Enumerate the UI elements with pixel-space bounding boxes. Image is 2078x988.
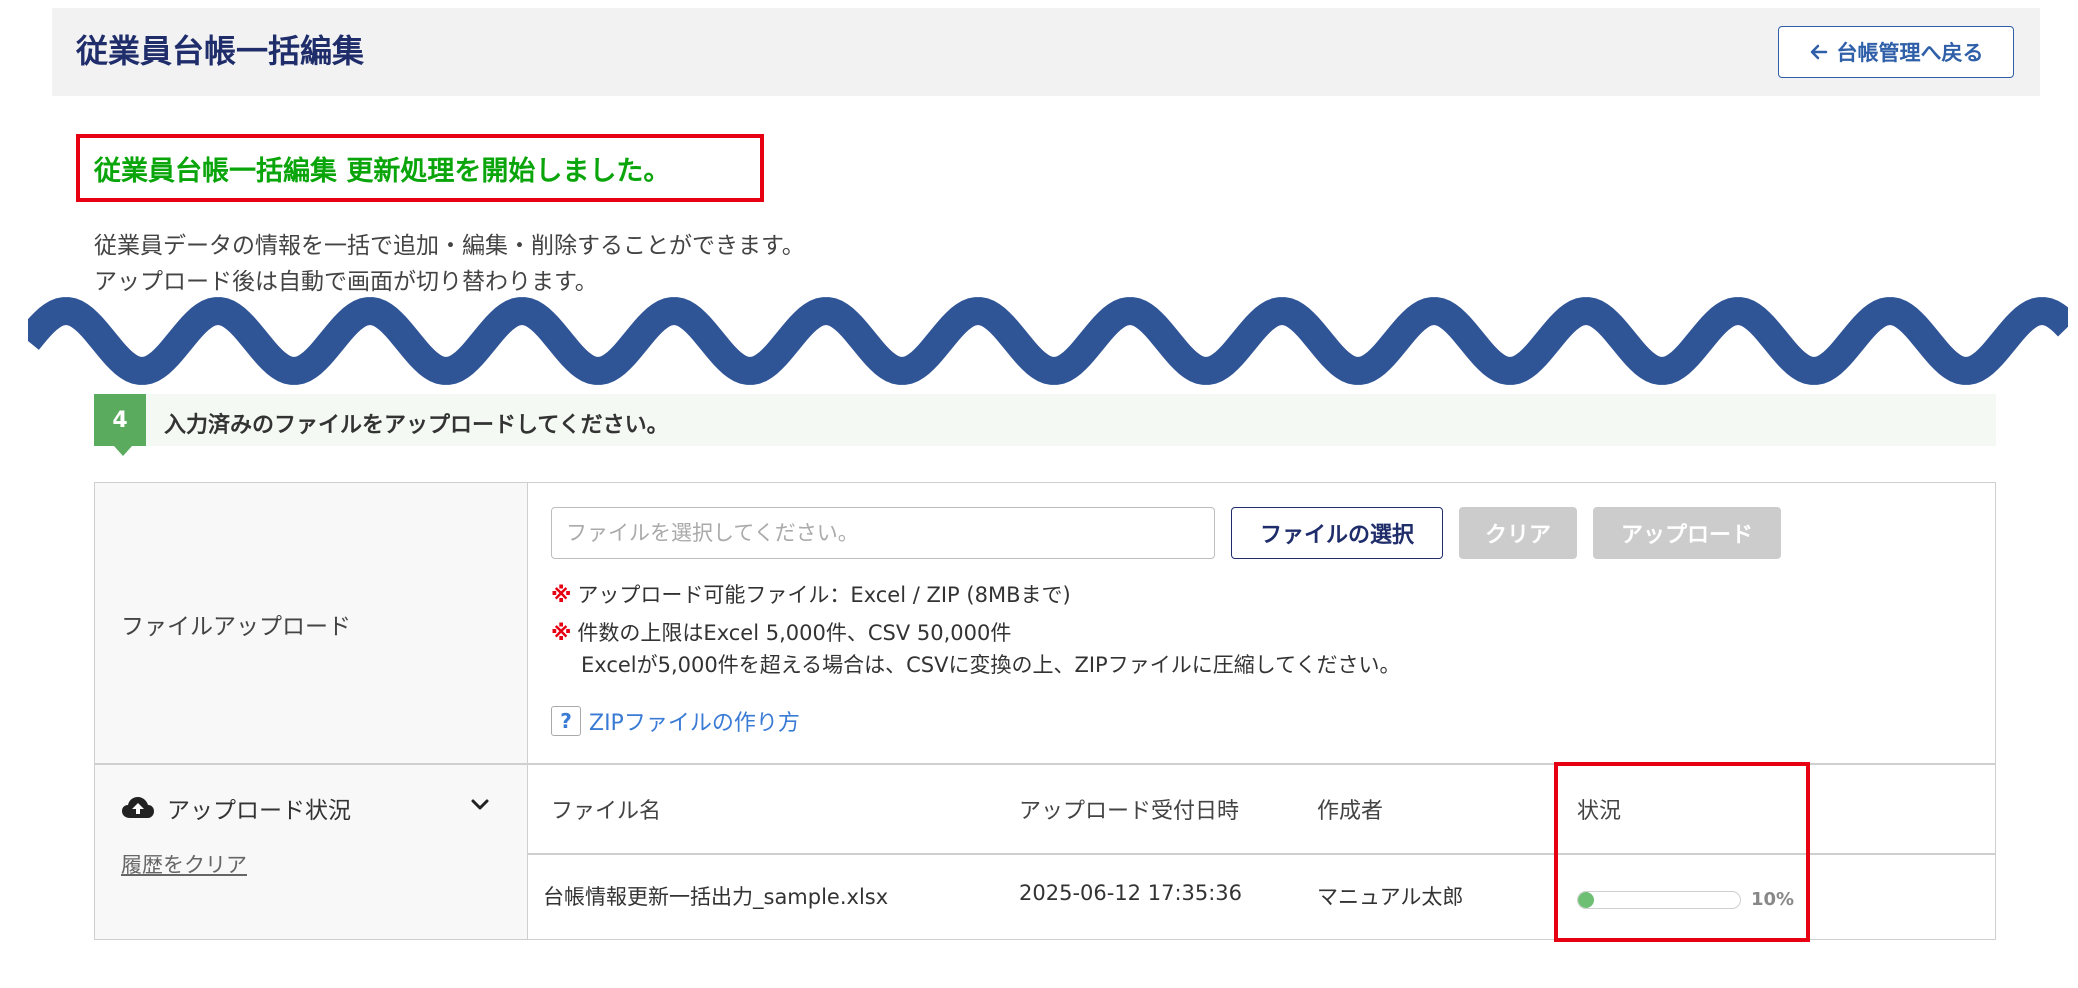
upload-button[interactable]: アップロード (1593, 507, 1781, 559)
progress-bar-track (1577, 890, 1741, 909)
success-message: 従業員台帳一括編集 更新処理を開始しました。 (76, 134, 764, 202)
note-mark: ※ (551, 583, 572, 607)
row-author: マニュアル太郎 (1317, 885, 1464, 909)
column-file-name: ファイル名 (551, 799, 662, 824)
back-button-label: 台帳管理へ戻る (1836, 41, 1984, 65)
status-header-divider (527, 853, 1995, 855)
step-number-badge: 4 (94, 394, 146, 456)
row-divider (95, 763, 1995, 765)
note-mark: ※ (551, 621, 572, 645)
description-line-1: 従業員データの情報を一括で追加・編集・削除することができます。 (94, 233, 805, 259)
arrow-left-icon (1810, 44, 1827, 60)
row-file-name: 台帳情報更新一括出力_sample.xlsx (543, 885, 889, 909)
cloud-upload-icon (122, 797, 154, 818)
clear-button[interactable]: クリア (1459, 507, 1577, 559)
column-author: 作成者 (1317, 799, 1384, 824)
step-instruction: 入力済みのファイルをアップロードしてください。 (164, 413, 669, 438)
clear-history-link[interactable]: 履歴をクリア (121, 849, 247, 879)
chevron-down-icon[interactable] (469, 793, 491, 815)
note-limits-text: 件数の上限はExcel 5,000件、CSV 50,000件 (577, 621, 1012, 645)
zip-help-link-text: ZIPファイルの作り方 (589, 711, 800, 736)
note-file-types: ※ アップロード可能ファイル：Excel / ZIP (8MBまで) (551, 579, 1071, 609)
file-path-input[interactable] (551, 507, 1215, 559)
upload-progress: 10% (1577, 889, 1794, 910)
back-to-ledger-button[interactable]: 台帳管理へ戻る (1778, 26, 2014, 78)
note-file-types-text: アップロード可能ファイル：Excel / ZIP (8MBまで) (577, 583, 1071, 607)
upload-status-heading[interactable]: アップロード状況 (121, 791, 351, 825)
question-icon: ? (551, 706, 581, 736)
row-received-at: 2025-06-12 17:35:36 (1019, 881, 1243, 905)
progress-percent-label: 10% (1751, 889, 1795, 910)
note-limits-detail: Excelが5,000件を超える場合は、CSVに変換の上、ZIPファイルに圧縮し… (581, 653, 1401, 677)
file-upload-label: ファイルアップロード (121, 614, 351, 640)
column-received-at: アップロード受付日時 (1019, 799, 1240, 824)
page-title: 従業員台帳一括編集 (76, 32, 365, 70)
upload-status-label: アップロード状況 (167, 798, 351, 824)
column-status: 状況 (1577, 799, 1622, 824)
select-file-button[interactable]: ファイルの選択 (1231, 507, 1443, 559)
page-header: 従業員台帳一括編集 台帳管理へ戻る (52, 8, 2040, 96)
note-limits: ※ 件数の上限はExcel 5,000件、CSV 50,000件 (551, 617, 1011, 647)
step-bar: 4 入力済みのファイルをアップロードしてください。 (94, 394, 1996, 456)
zip-help-link[interactable]: ? ZIPファイルの作り方 (551, 705, 800, 737)
wave-divider (28, 297, 2068, 385)
progress-bar-fill (1578, 891, 1595, 908)
upload-table: ファイルアップロード ファイルの選択 クリア アップロード ※アップロード可能フ… (94, 482, 1996, 940)
